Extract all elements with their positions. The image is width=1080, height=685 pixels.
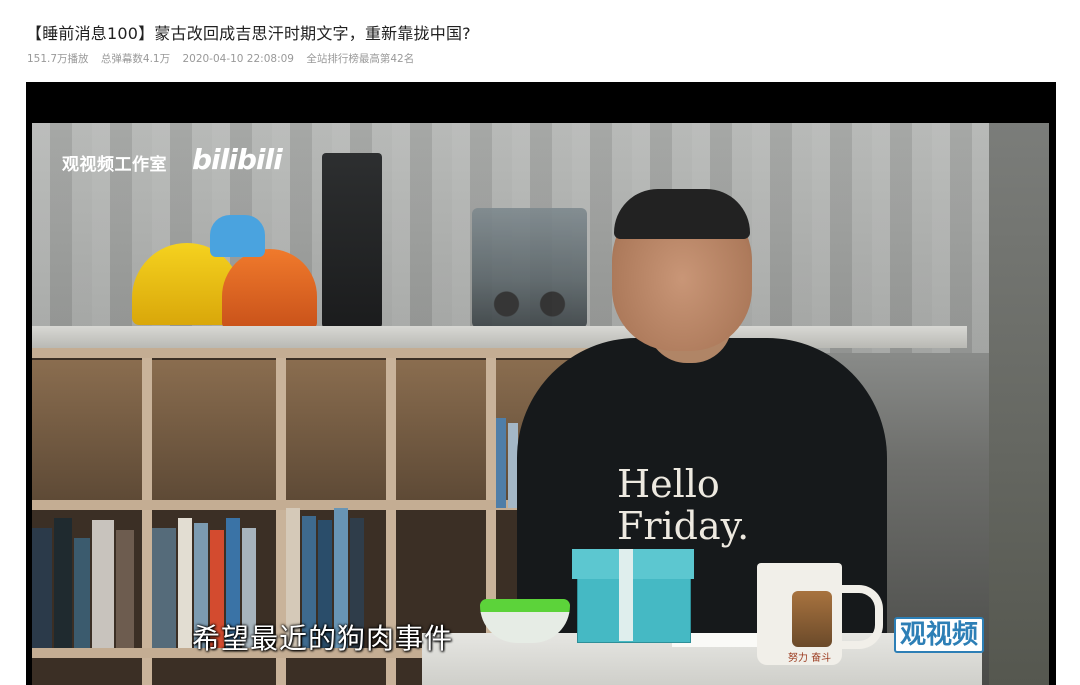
rank-info[interactable]: 全站排行榜最高第42名 [306,53,414,65]
video-frame[interactable]: Hello Friday. 努力 奋斗 观视频工作室 bilibili 希望最近… [32,123,1049,685]
mug-text: 努力 奋斗 [788,653,832,664]
bilibili-logo: bilibili [192,143,283,176]
shirt-print: Hello Friday. [617,462,750,548]
video-subtitle: 希望最近的狗肉事件 [192,622,454,655]
background-wall [989,123,1049,685]
channel-logo: 观视频 [894,617,985,653]
video-title: 【睡前消息100】蒙古改回成吉思汗时期文字，重新靠拢中国? [26,24,471,43]
mug-handle [837,585,883,649]
books-left [32,498,136,648]
person-hair [614,189,750,239]
blue-toy [210,215,265,257]
top-shelf [32,326,967,348]
studio-watermark: 观视频工作室 [62,155,167,175]
gift-box-lid [572,549,694,579]
play-count: 151.7万播放 [27,53,89,65]
video-meta: 151.7万播放 总弹幕数4.1万 2020-04-10 22:08:09 全站… [27,51,423,66]
publish-datetime: 2020-04-10 22:08:09 [182,53,294,65]
mug-illustration [792,591,832,647]
background-robot-model [472,208,587,328]
danmaku-count: 总弹幕数4.1万 [100,53,171,65]
video-player[interactable]: Hello Friday. 努力 奋斗 观视频工作室 bilibili 希望最近… [26,82,1056,685]
gift-ribbon [619,549,633,641]
background-equipment [322,153,382,328]
